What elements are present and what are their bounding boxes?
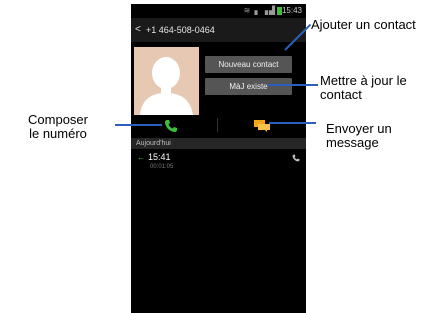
call-time: 15:41 (148, 152, 171, 162)
callout-send-message: Envoyer un message (326, 122, 392, 150)
callout-update-line1: Mettre à jour le (320, 73, 407, 88)
callout-add-contact: Ajouter un contact (311, 18, 416, 32)
callout-dial-number: Composer le numéro (8, 113, 108, 141)
back-icon[interactable]: < (135, 24, 141, 35)
callout-dial-line2: le numéro (29, 126, 87, 141)
incoming-call-icon: ← (137, 153, 145, 162)
callout-message-line1: Envoyer un (326, 121, 392, 136)
callout-line-update-contact (268, 84, 318, 86)
contact-number: +1 464-508-0464 (146, 25, 215, 35)
signal-icon: ≋ ▖▗▟ (243, 6, 276, 15)
message-icon[interactable] (254, 120, 270, 132)
callout-line-dial (115, 124, 162, 126)
title-bar: < +1 464-508-0464 (131, 18, 306, 42)
update-existing-button[interactable]: MàJ existe (205, 78, 292, 95)
contact-photo[interactable] (134, 47, 199, 115)
call-duration: 00:01:05 (150, 164, 174, 170)
callout-dial-line1: Composer (28, 112, 88, 127)
callout-line-message (269, 122, 316, 124)
new-contact-button[interactable]: Nouveau contact (205, 56, 292, 73)
callout-update-contact: Mettre à jour le contact (320, 74, 407, 102)
section-header-today: Aujourd'hui (131, 138, 306, 149)
callout-update-line2: contact (320, 87, 362, 102)
status-time: 15:43 (281, 6, 302, 15)
phone-screen: ≋ ▖▗▟ 15:43 < +1 464-508-0464 Nouveau co… (131, 4, 306, 313)
status-bar: ≋ ▖▗▟ 15:43 (131, 4, 306, 18)
call-icon[interactable] (164, 119, 178, 133)
callout-message-line2: message (326, 135, 379, 150)
callout-add-contact-text: Ajouter un contact (311, 17, 416, 32)
phone-icon (292, 154, 300, 162)
section-header-label: Aujourd'hui (136, 140, 171, 147)
avatar-icon (134, 47, 199, 115)
call-log-row[interactable]: ← 15:41 00:01:05 (131, 150, 306, 174)
action-divider (217, 118, 218, 132)
